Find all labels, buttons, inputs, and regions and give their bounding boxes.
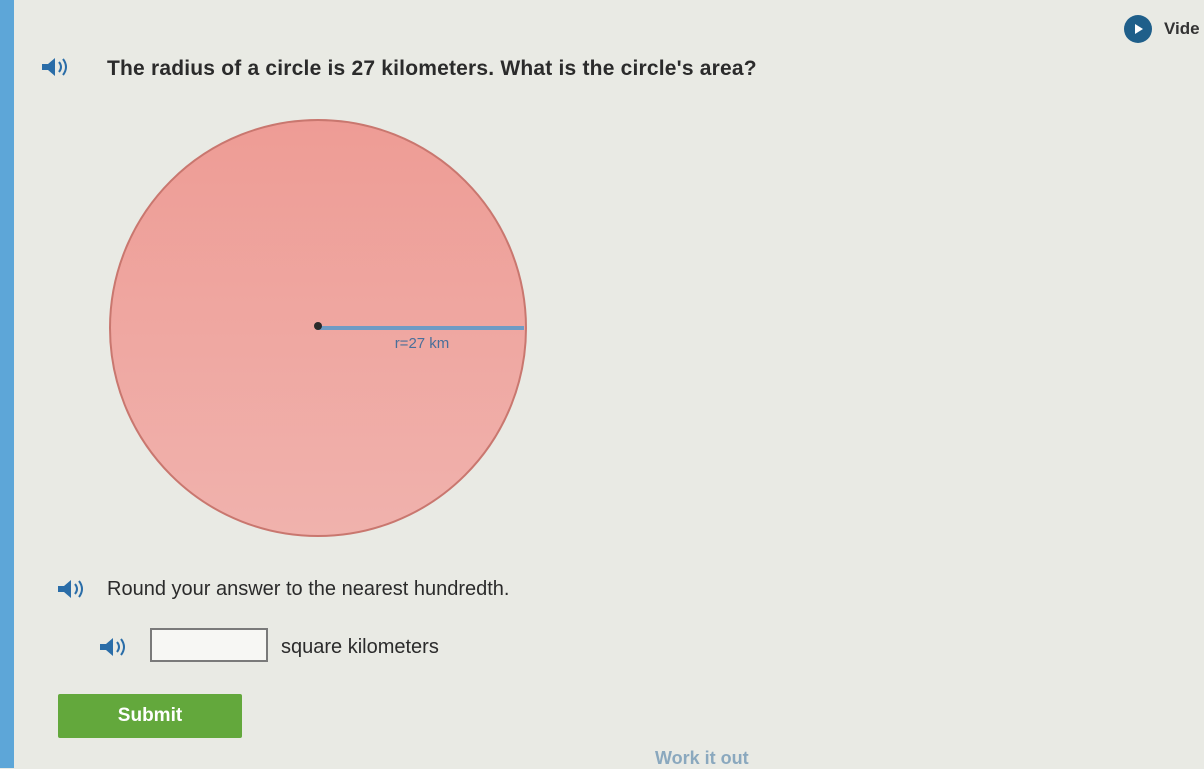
left-accent-strip [0, 0, 14, 768]
video-button[interactable]: Vide [1124, 14, 1200, 44]
center-point [314, 322, 322, 330]
question-text: The radius of a circle is 27 kilometers.… [107, 57, 757, 80]
submit-button[interactable]: Submit [58, 694, 242, 738]
radius-label: r=27 km [395, 335, 450, 352]
work-it-out-link[interactable]: Work it out [655, 748, 749, 769]
answer-unit-label: square kilometers [281, 636, 439, 658]
play-icon [1124, 15, 1152, 43]
answer-input[interactable] [150, 628, 268, 662]
video-button-label: Vide [1164, 19, 1200, 38]
speaker-icon-instruction[interactable] [56, 578, 88, 600]
speaker-icon-question[interactable] [40, 56, 72, 78]
circle-figure: r=27 km [106, 116, 530, 540]
instruction-text: Round your answer to the nearest hundred… [107, 578, 510, 600]
speaker-icon-answer[interactable] [98, 636, 130, 658]
